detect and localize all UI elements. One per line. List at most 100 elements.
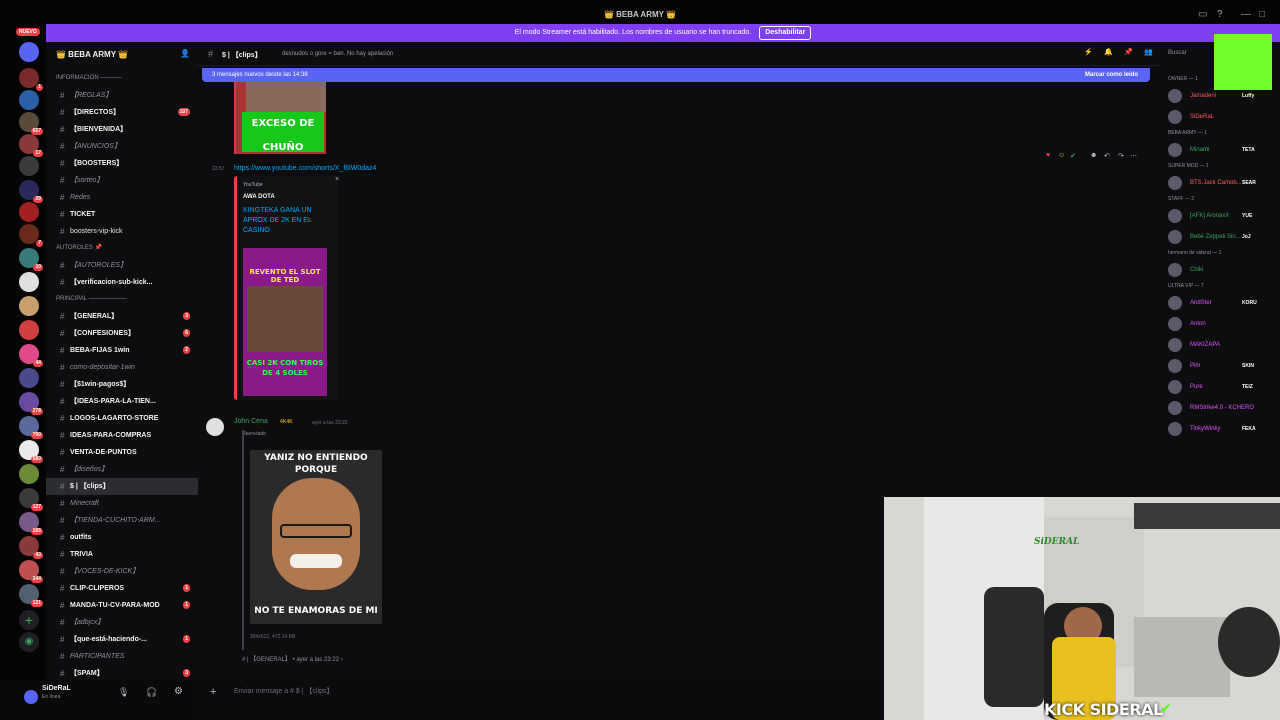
channel-item[interactable]: # 【ANUNCIOS】 bbox=[46, 138, 198, 155]
server-icon[interactable] bbox=[19, 272, 39, 292]
avatar[interactable] bbox=[24, 690, 38, 704]
server-icon[interactable]: 10 bbox=[19, 248, 43, 271]
server-icon[interactable] bbox=[19, 202, 39, 222]
server-icon[interactable]: 1 bbox=[19, 68, 43, 91]
heart-reaction-icon[interactable]: ♥ bbox=[1046, 152, 1050, 159]
member-item[interactable]: Chiki bbox=[1168, 262, 1280, 278]
channel-item[interactable]: # 【TIENDA-CUCHITO-ARM... bbox=[46, 512, 198, 529]
channel-item[interactable]: # 【AUTOROLES】 bbox=[46, 257, 198, 274]
server-icon[interactable]: 127 bbox=[19, 488, 43, 511]
member-item[interactable]: MAKIZAPA bbox=[1168, 337, 1280, 353]
channel-item[interactable]: # boosters-vip-kick bbox=[46, 223, 198, 240]
member-item[interactable]: SiDeRaL bbox=[1168, 109, 1280, 125]
member-item[interactable]: Jamadeni Luffy bbox=[1168, 88, 1280, 104]
reply-icon[interactable]: ↶ bbox=[1104, 152, 1110, 160]
server-icon[interactable]: 580 bbox=[19, 440, 43, 463]
channel-category[interactable]: PRINCIPAL ───────── bbox=[46, 291, 198, 308]
channel-item[interactable]: # 【GENERAL】 3 bbox=[46, 308, 198, 325]
message-author[interactable]: John Cena bbox=[234, 418, 268, 425]
member-item[interactable]: Pim SKIN bbox=[1168, 358, 1280, 374]
channel-category[interactable]: INFORMACION ───── bbox=[46, 70, 198, 87]
add-server-icon[interactable]: + bbox=[19, 610, 39, 630]
server-icon[interactable]: 17 bbox=[19, 134, 43, 157]
channel-item[interactable]: # 【VOCES-DE-KICK】 bbox=[46, 563, 198, 580]
channel-item[interactable]: # 【diseños】 bbox=[46, 461, 198, 478]
pin-icon[interactable]: 📌 bbox=[1124, 48, 1133, 56]
inbox-icon[interactable]: ▭ bbox=[1198, 9, 1207, 20]
channel-item[interactable]: # 【sorteo】 bbox=[46, 172, 198, 189]
channel-item[interactable]: # 【DIRECTOS】 107 bbox=[46, 104, 198, 121]
gear-icon[interactable]: ⚙ bbox=[174, 686, 183, 697]
server-icon[interactable]: 7 bbox=[19, 224, 43, 247]
check-reaction-icon[interactable]: ✔ bbox=[1070, 152, 1076, 160]
emoji-reaction-icon[interactable]: ☺ bbox=[1058, 152, 1065, 159]
avatar[interactable] bbox=[206, 418, 224, 436]
server-icon[interactable]: 29 bbox=[19, 180, 43, 203]
channel-item[interactable]: # TRIVIA bbox=[46, 546, 198, 563]
bell-icon[interactable]: 🔔 bbox=[1104, 48, 1113, 56]
maximize-icon[interactable]: □ bbox=[1259, 9, 1265, 20]
member-item[interactable]: Pure TEIZ bbox=[1168, 379, 1280, 395]
server-icon[interactable]: 165 bbox=[19, 512, 43, 535]
mark-read-button[interactable]: Marcar como leído bbox=[1085, 68, 1138, 82]
message-input[interactable]: + Enviar mensaje a # $ | 【clips】 bbox=[204, 682, 884, 702]
server-icon[interactable]: 278 bbox=[19, 392, 43, 415]
channel-item[interactable]: # 【verificacion-sub-kick... bbox=[46, 274, 198, 291]
attachment-image[interactable]: YANIZ NO ENTIENDO PORQUE NO TE ENAMORAS … bbox=[250, 450, 382, 624]
member-item[interactable]: [AFK] AronaxX YUE bbox=[1168, 208, 1280, 224]
member-item[interactable]: Anton bbox=[1168, 316, 1280, 332]
server-icon[interactable] bbox=[19, 156, 39, 176]
members-icon[interactable]: 👥 bbox=[1144, 48, 1153, 56]
channel-item[interactable]: # TICKET bbox=[46, 206, 198, 223]
add-member-icon[interactable]: 👤 bbox=[180, 49, 190, 58]
attachment-image[interactable]: EXCESO DE CHUÑO bbox=[234, 82, 326, 154]
channel-item[interactable]: # VENTA-DE-PUNTOS bbox=[46, 444, 198, 461]
forward-icon[interactable]: ↷ bbox=[1118, 152, 1124, 160]
member-item[interactable]: TinkyWinky FEKA bbox=[1168, 421, 1280, 437]
channel-item[interactable]: # BEBA-FIJAS 1win 2 bbox=[46, 342, 198, 359]
channel-item[interactable]: # 【$1win-pagos$】 bbox=[46, 376, 198, 393]
disable-streamer-button[interactable]: Deshabilitar bbox=[759, 26, 812, 40]
server-header[interactable]: 👑 BEBA ARMY 👑 👤 bbox=[46, 42, 198, 66]
channel-topic[interactable]: desnudos o gore = ban. No hay apelación bbox=[282, 51, 393, 57]
channel-item[interactable]: # outfits bbox=[46, 529, 198, 546]
embed-title[interactable]: KINGTEKA GANA UN APROX DE 2K EN EL CASIN… bbox=[243, 206, 327, 236]
server-icon[interactable] bbox=[19, 464, 39, 484]
channel-item[interactable]: # IDEAS-PARA-COMPRAS bbox=[46, 427, 198, 444]
server-icon[interactable] bbox=[19, 296, 39, 316]
microphone-icon[interactable]: 🎙 bbox=[118, 687, 129, 698]
server-icon[interactable]: 44 bbox=[19, 344, 43, 367]
headphones-icon[interactable]: 🎧 bbox=[146, 687, 157, 698]
threads-icon[interactable]: ⚡ bbox=[1084, 48, 1093, 56]
channel-item[interactable]: # 【adbjcx】 bbox=[46, 614, 198, 631]
video-thumbnail[interactable]: REVENTO EL SLOT DE TED CASI 2K CON TIROS… bbox=[243, 248, 327, 396]
server-icon[interactable]: 121 bbox=[19, 584, 43, 607]
discover-icon[interactable]: ◉ bbox=[19, 632, 39, 652]
server-icon[interactable] bbox=[19, 368, 39, 388]
server-icon[interactable]: 790 bbox=[19, 416, 43, 439]
channel-item[interactable]: # Minecraft bbox=[46, 495, 198, 512]
channel-item[interactable]: # 【BOOSTERS】 bbox=[46, 155, 198, 172]
channel-item[interactable]: # 【CONFESIONES】 6 bbox=[46, 325, 198, 342]
channel-category[interactable]: AUTOROLES 📌 bbox=[46, 240, 198, 257]
server-icon[interactable] bbox=[19, 320, 39, 340]
forward-source[interactable]: # | 【GENERAL】 • ayer a las 23:22 › bbox=[242, 654, 343, 663]
close-icon[interactable]: × bbox=[335, 176, 339, 183]
member-item[interactable]: Bebé Zeppeli Sin... JoJ bbox=[1168, 229, 1280, 245]
minimize-icon[interactable]: — bbox=[1241, 9, 1251, 20]
channel-item[interactable]: # MANDA-TU-CV-PARA-MOD 1 bbox=[46, 597, 198, 614]
channel-item[interactable]: # 【REGLAS】 bbox=[46, 87, 198, 104]
add-reaction-icon[interactable]: ☻ bbox=[1090, 152, 1097, 159]
server-icon[interactable] bbox=[19, 90, 39, 110]
server-icon[interactable]: 344 bbox=[19, 560, 43, 583]
more-icon[interactable]: ⋯ bbox=[1130, 152, 1137, 160]
channel-item[interactable]: # como-depositar-1win bbox=[46, 359, 198, 376]
new-messages-bar[interactable]: 3 mensajes nuevos desde las 14:38 Marcar… bbox=[202, 68, 1150, 82]
channel-item[interactable]: # Redes bbox=[46, 189, 198, 206]
add-attachment-icon[interactable]: + bbox=[210, 682, 216, 702]
server-icon[interactable]: 43 bbox=[19, 536, 43, 559]
home-icon[interactable] bbox=[19, 42, 39, 62]
embed-author[interactable]: AWA DOTA bbox=[243, 194, 275, 200]
member-item[interactable]: Minami TETA bbox=[1168, 142, 1280, 158]
member-item[interactable]: BTS.Jack Camob... SEAR bbox=[1168, 175, 1280, 191]
